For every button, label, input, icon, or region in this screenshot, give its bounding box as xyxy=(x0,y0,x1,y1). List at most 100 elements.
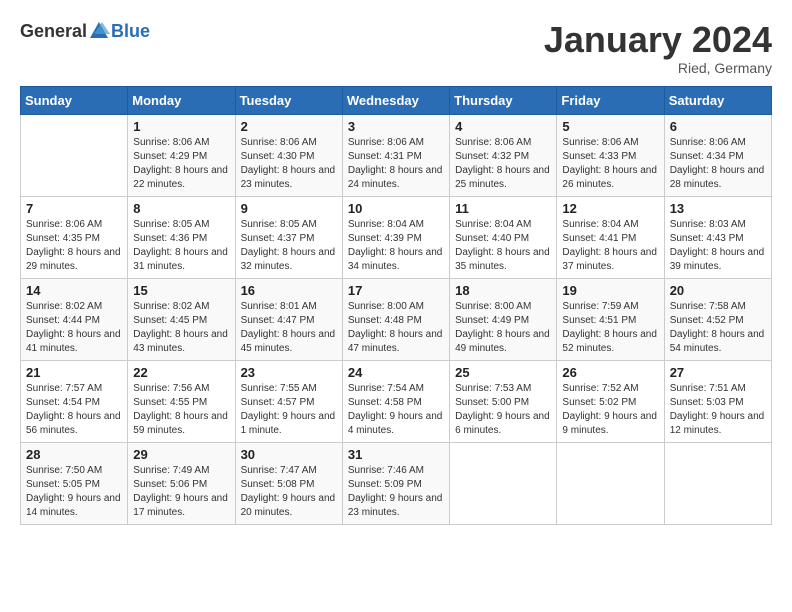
day-info: Sunrise: 7:51 AMSunset: 5:03 PMDaylight:… xyxy=(670,382,766,438)
calendar-cell xyxy=(21,114,128,196)
day-number: 14 xyxy=(26,283,122,298)
day-of-week-header: Tuesday xyxy=(235,86,342,114)
day-info: Sunrise: 8:00 AMSunset: 4:49 PMDaylight:… xyxy=(455,300,551,356)
calendar-week-row: 21Sunrise: 7:57 AMSunset: 4:54 PMDayligh… xyxy=(21,360,772,442)
calendar-cell: 10 Sunrise: 8:04 AMSunset: 4:39 PMDayligh… xyxy=(342,196,449,278)
day-number: 6 xyxy=(670,119,766,134)
title-area: January 2024 Ried, Germany xyxy=(544,20,772,76)
day-info: Sunrise: 7:56 AMSunset: 4:55 PMDaylight:… xyxy=(133,382,229,438)
day-number: 21 xyxy=(26,365,122,380)
day-info: Sunrise: 8:01 AMSunset: 4:47 PMDaylight:… xyxy=(241,300,337,356)
day-of-week-header: Sunday xyxy=(21,86,128,114)
header-row: SundayMondayTuesdayWednesdayThursdayFrid… xyxy=(21,86,772,114)
day-info: Sunrise: 7:54 AMSunset: 4:58 PMDaylight:… xyxy=(348,382,444,438)
day-number: 26 xyxy=(562,365,658,380)
day-of-week-header: Thursday xyxy=(450,86,557,114)
calendar-cell: 8 Sunrise: 8:05 AMSunset: 4:36 PMDaylight… xyxy=(128,196,235,278)
calendar-cell: 20 Sunrise: 7:58 AMSunset: 4:52 PMDayligh… xyxy=(664,278,771,360)
day-info: Sunrise: 8:05 AMSunset: 4:36 PMDaylight:… xyxy=(133,218,229,274)
calendar-week-row: 1 Sunrise: 8:06 AMSunset: 4:29 PMDaylight… xyxy=(21,114,772,196)
day-number: 11 xyxy=(455,201,551,216)
calendar-cell: 4 Sunrise: 8:06 AMSunset: 4:32 PMDaylight… xyxy=(450,114,557,196)
calendar-cell: 24Sunrise: 7:54 AMSunset: 4:58 PMDayligh… xyxy=(342,360,449,442)
day-info: Sunrise: 8:06 AMSunset: 4:33 PMDaylight:… xyxy=(562,136,658,192)
calendar-cell: 6 Sunrise: 8:06 AMSunset: 4:34 PMDaylight… xyxy=(664,114,771,196)
calendar-cell: 16 Sunrise: 8:01 AMSunset: 4:47 PMDayligh… xyxy=(235,278,342,360)
day-info: Sunrise: 8:06 AMSunset: 4:29 PMDaylight:… xyxy=(133,136,229,192)
day-number: 23 xyxy=(241,365,337,380)
day-number: 10 xyxy=(348,201,444,216)
location-subtitle: Ried, Germany xyxy=(544,60,772,76)
calendar-cell: 11 Sunrise: 8:04 AMSunset: 4:40 PMDayligh… xyxy=(450,196,557,278)
day-info: Sunrise: 8:04 AMSunset: 4:40 PMDaylight:… xyxy=(455,218,551,274)
calendar-cell xyxy=(450,442,557,524)
day-number: 25 xyxy=(455,365,551,380)
calendar-cell: 23 Sunrise: 7:55 AMSunset: 4:57 PMDayligh… xyxy=(235,360,342,442)
calendar-cell: 17 Sunrise: 8:00 AMSunset: 4:48 PMDayligh… xyxy=(342,278,449,360)
day-info: Sunrise: 8:04 AMSunset: 4:39 PMDaylight:… xyxy=(348,218,444,274)
day-of-week-header: Saturday xyxy=(664,86,771,114)
day-info: Sunrise: 7:55 AMSunset: 4:57 PMDaylight:… xyxy=(241,382,337,438)
day-number: 7 xyxy=(26,201,122,216)
day-number: 2 xyxy=(241,119,337,134)
calendar-cell: 7 Sunrise: 8:06 AMSunset: 4:35 PMDaylight… xyxy=(21,196,128,278)
calendar-body: 1 Sunrise: 8:06 AMSunset: 4:29 PMDaylight… xyxy=(21,114,772,524)
day-number: 1 xyxy=(133,119,229,134)
page-header: General Blue January 2024 Ried, Germany xyxy=(20,20,772,76)
calendar-cell: 28 Sunrise: 7:50 AMSunset: 5:05 PMDayligh… xyxy=(21,442,128,524)
day-number: 22 xyxy=(133,365,229,380)
calendar-cell: 2 Sunrise: 8:06 AMSunset: 4:30 PMDaylight… xyxy=(235,114,342,196)
day-number: 8 xyxy=(133,201,229,216)
day-number: 12 xyxy=(562,201,658,216)
calendar-cell: 26 Sunrise: 7:52 AMSunset: 5:02 PMDayligh… xyxy=(557,360,664,442)
logo: General Blue xyxy=(20,20,150,42)
calendar-cell xyxy=(557,442,664,524)
day-info: Sunrise: 7:58 AMSunset: 4:52 PMDaylight:… xyxy=(670,300,766,356)
calendar-header: SundayMondayTuesdayWednesdayThursdayFrid… xyxy=(21,86,772,114)
day-number: 18 xyxy=(455,283,551,298)
day-number: 29 xyxy=(133,447,229,462)
calendar-cell: 27Sunrise: 7:51 AMSunset: 5:03 PMDayligh… xyxy=(664,360,771,442)
calendar-cell: 30Sunrise: 7:47 AMSunset: 5:08 PMDayligh… xyxy=(235,442,342,524)
day-number: 17 xyxy=(348,283,444,298)
calendar-cell: 1 Sunrise: 8:06 AMSunset: 4:29 PMDaylight… xyxy=(128,114,235,196)
day-info: Sunrise: 7:46 AMSunset: 5:09 PMDaylight:… xyxy=(348,464,444,520)
day-info: Sunrise: 8:00 AMSunset: 4:48 PMDaylight:… xyxy=(348,300,444,356)
day-info: Sunrise: 8:05 AMSunset: 4:37 PMDaylight:… xyxy=(241,218,337,274)
logo-icon xyxy=(88,20,110,42)
day-number: 16 xyxy=(241,283,337,298)
calendar-week-row: 7 Sunrise: 8:06 AMSunset: 4:35 PMDaylight… xyxy=(21,196,772,278)
calendar-week-row: 28 Sunrise: 7:50 AMSunset: 5:05 PMDayligh… xyxy=(21,442,772,524)
day-number: 19 xyxy=(562,283,658,298)
day-info: Sunrise: 7:52 AMSunset: 5:02 PMDaylight:… xyxy=(562,382,658,438)
calendar-cell: 18 Sunrise: 8:00 AMSunset: 4:49 PMDayligh… xyxy=(450,278,557,360)
calendar-cell: 3 Sunrise: 8:06 AMSunset: 4:31 PMDaylight… xyxy=(342,114,449,196)
day-number: 9 xyxy=(241,201,337,216)
day-info: Sunrise: 7:47 AMSunset: 5:08 PMDaylight:… xyxy=(241,464,337,520)
day-number: 28 xyxy=(26,447,122,462)
calendar-cell: 22 Sunrise: 7:56 AMSunset: 4:55 PMDayligh… xyxy=(128,360,235,442)
calendar-week-row: 14 Sunrise: 8:02 AMSunset: 4:44 PMDayligh… xyxy=(21,278,772,360)
day-info: Sunrise: 7:50 AMSunset: 5:05 PMDaylight:… xyxy=(26,464,122,520)
day-info: Sunrise: 8:06 AMSunset: 4:32 PMDaylight:… xyxy=(455,136,551,192)
calendar-cell: 12 Sunrise: 8:04 AMSunset: 4:41 PMDayligh… xyxy=(557,196,664,278)
day-number: 5 xyxy=(562,119,658,134)
day-info: Sunrise: 8:06 AMSunset: 4:31 PMDaylight:… xyxy=(348,136,444,192)
calendar-cell: 5 Sunrise: 8:06 AMSunset: 4:33 PMDaylight… xyxy=(557,114,664,196)
day-number: 4 xyxy=(455,119,551,134)
day-number: 31 xyxy=(348,447,444,462)
day-of-week-header: Monday xyxy=(128,86,235,114)
calendar-cell: 21Sunrise: 7:57 AMSunset: 4:54 PMDayligh… xyxy=(21,360,128,442)
day-info: Sunrise: 7:59 AMSunset: 4:51 PMDaylight:… xyxy=(562,300,658,356)
calendar-table: SundayMondayTuesdayWednesdayThursdayFrid… xyxy=(20,86,772,525)
day-info: Sunrise: 8:06 AMSunset: 4:34 PMDaylight:… xyxy=(670,136,766,192)
day-number: 3 xyxy=(348,119,444,134)
calendar-cell: 19 Sunrise: 7:59 AMSunset: 4:51 PMDayligh… xyxy=(557,278,664,360)
day-info: Sunrise: 8:04 AMSunset: 4:41 PMDaylight:… xyxy=(562,218,658,274)
day-info: Sunrise: 8:02 AMSunset: 4:44 PMDaylight:… xyxy=(26,300,122,356)
day-info: Sunrise: 8:06 AMSunset: 4:30 PMDaylight:… xyxy=(241,136,337,192)
day-info: Sunrise: 8:06 AMSunset: 4:35 PMDaylight:… xyxy=(26,218,122,274)
day-of-week-header: Wednesday xyxy=(342,86,449,114)
day-number: 20 xyxy=(670,283,766,298)
calendar-cell: 29Sunrise: 7:49 AMSunset: 5:06 PMDayligh… xyxy=(128,442,235,524)
